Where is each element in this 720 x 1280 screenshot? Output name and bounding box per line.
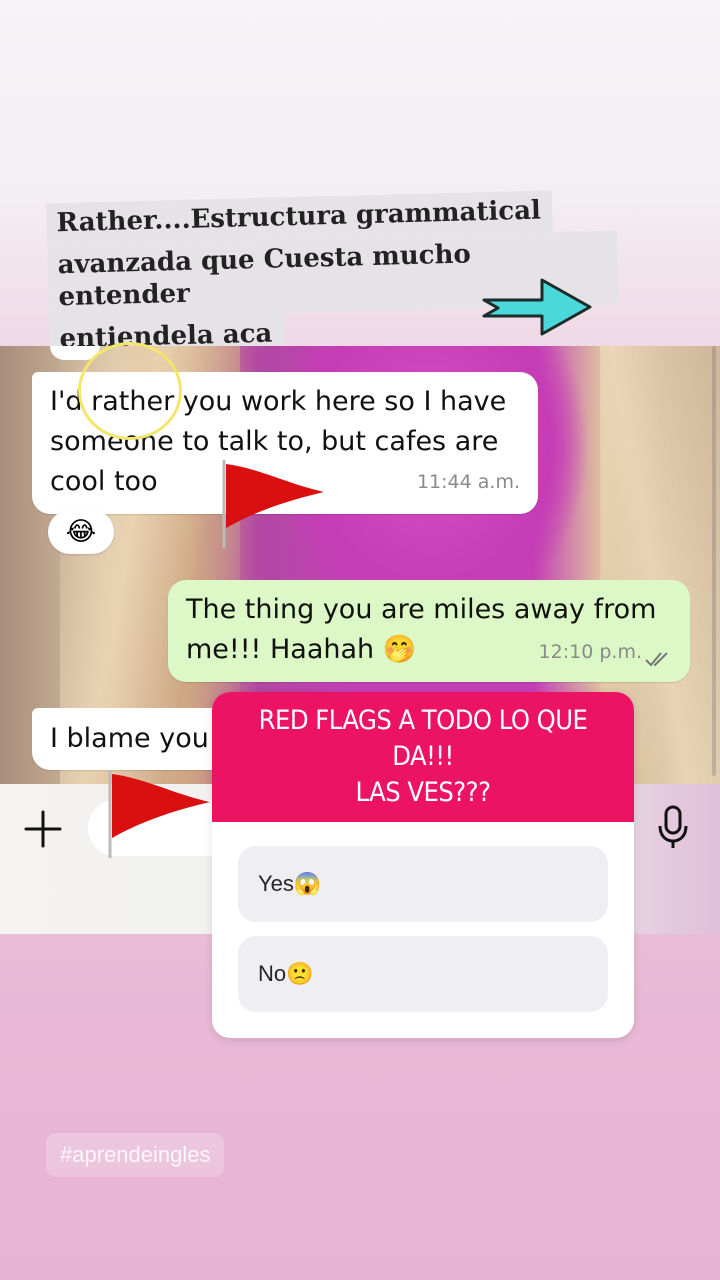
double-check-icon bbox=[645, 652, 668, 667]
message-text: I blame you bbox=[50, 723, 209, 754]
hashtag-sticker[interactable]: #aprendeingles bbox=[46, 1133, 225, 1177]
message-bubble-incoming[interactable]: I blame you bbox=[32, 708, 232, 770]
red-flag-icon bbox=[108, 770, 210, 858]
message-bubble-outgoing[interactable]: The thing you are miles away from me!!! … bbox=[168, 580, 690, 682]
scrollbar bbox=[712, 346, 716, 776]
arrow-right-icon bbox=[482, 278, 592, 336]
message-text-line: The thing you are miles away from bbox=[186, 594, 657, 625]
highlight-circle bbox=[78, 342, 182, 440]
poll-option-yes[interactable]: Yes😱 bbox=[238, 846, 608, 922]
message-timestamp: 12:10 p.m. bbox=[538, 641, 642, 663]
reaction-badge[interactable]: 😂 bbox=[48, 510, 114, 554]
message-timestamp: 11:44 a.m. bbox=[416, 471, 520, 493]
poll-sticker: RED FLAGS A TODO LO QUE DA!!! LAS VES???… bbox=[212, 692, 634, 1038]
poll-question: RED FLAGS A TODO LO QUE DA!!! LAS VES??? bbox=[212, 692, 634, 822]
microphone-icon[interactable] bbox=[656, 804, 690, 850]
red-flag-icon bbox=[222, 460, 324, 548]
plus-icon[interactable] bbox=[22, 808, 64, 850]
poll-option-no[interactable]: No🙁 bbox=[238, 936, 608, 1012]
